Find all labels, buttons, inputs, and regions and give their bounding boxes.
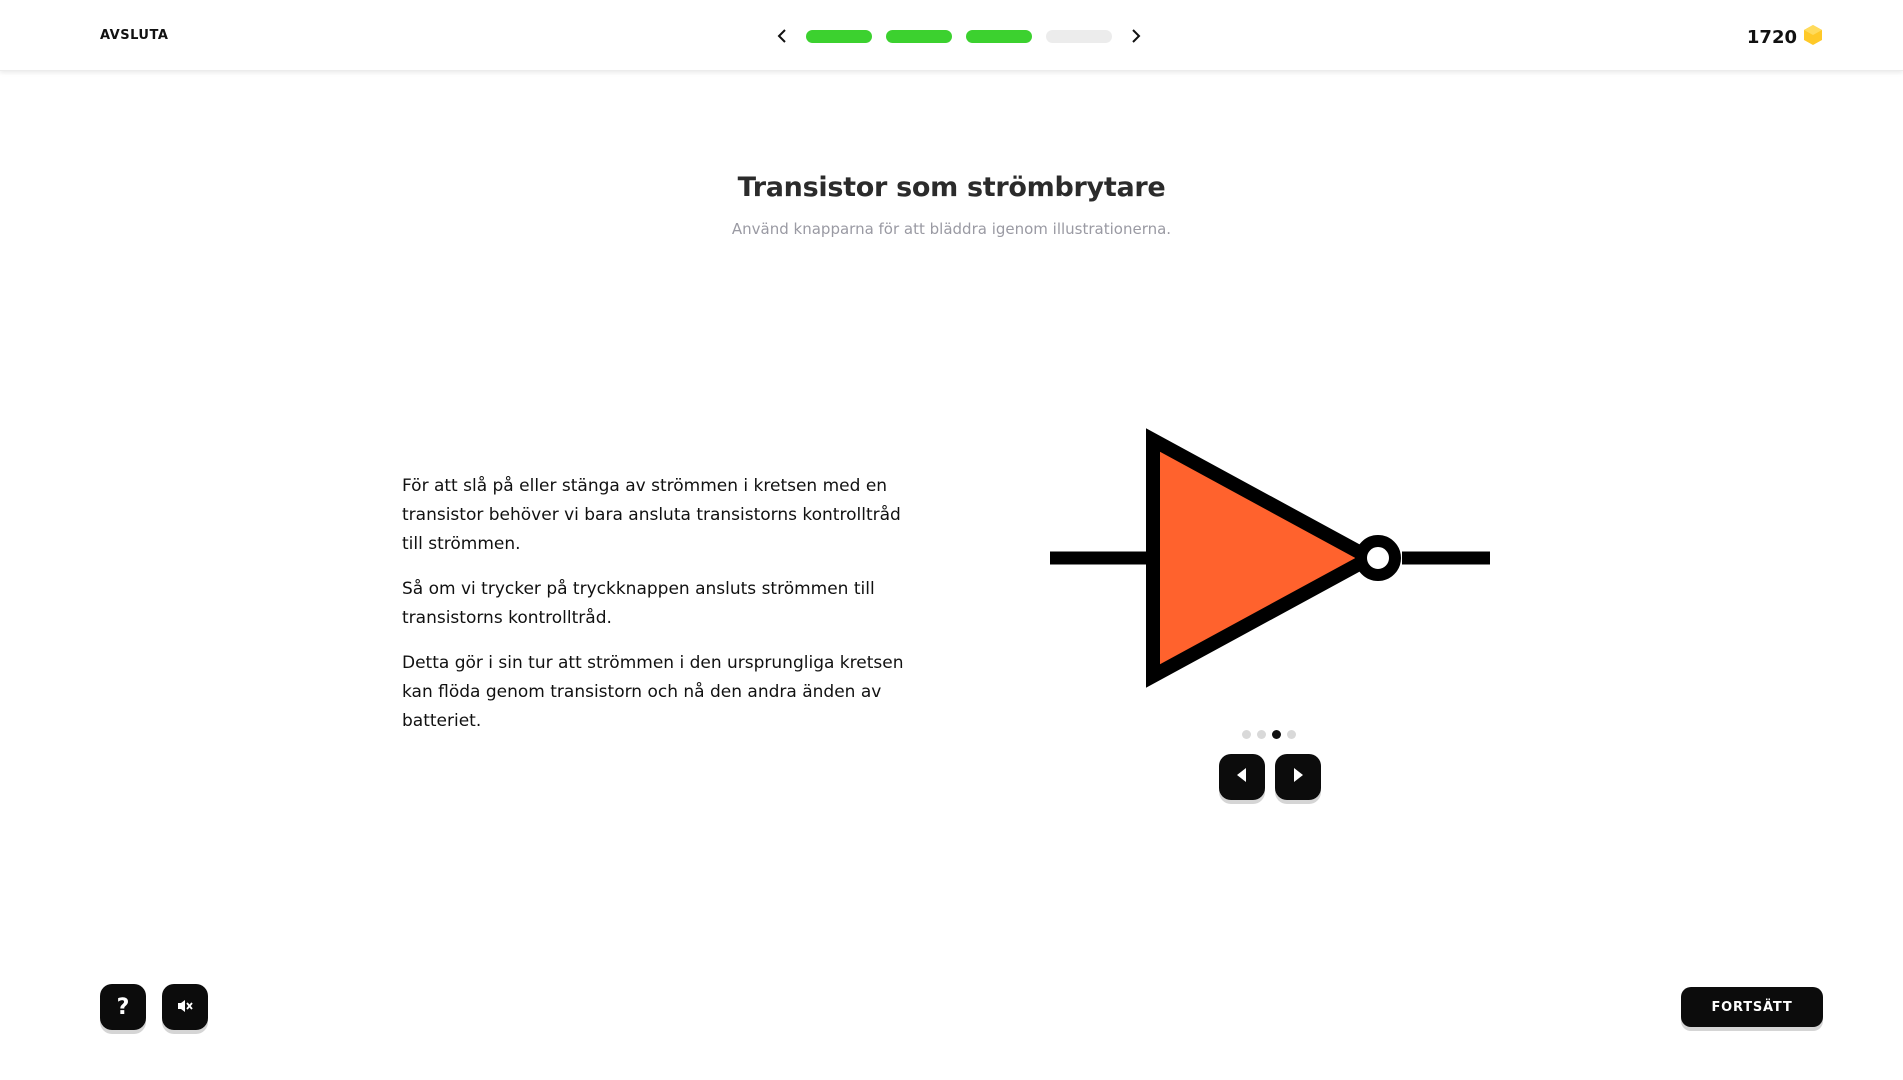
slide-dot-4[interactable]	[1287, 730, 1296, 739]
slide-indicator	[1242, 730, 1296, 739]
slide-dot-3[interactable]	[1272, 730, 1281, 739]
page-title: Transistor som strömbrytare	[737, 172, 1166, 203]
score-value: 1720	[1746, 27, 1797, 48]
explanation-text: För att slå på eller stänga av strömmen …	[402, 472, 912, 752]
triangle-left-icon	[1235, 767, 1249, 787]
paragraph: För att slå på eller stänga av strömmen …	[402, 476, 901, 554]
paragraph: Så om vi trycker på tryckknappen ansluts…	[402, 579, 875, 628]
speaker-muted-icon	[177, 995, 193, 1020]
lesson-progress	[772, 20, 1146, 52]
triangle-right-icon	[1291, 767, 1305, 787]
paragraph: Detta gör i sin tur att strömmen i den u…	[402, 653, 904, 731]
slide-dot-1[interactable]	[1242, 730, 1251, 739]
help-button[interactable]: ?	[100, 984, 146, 1030]
progress-segment-4[interactable]	[1046, 29, 1112, 43]
question-mark-icon: ?	[116, 994, 130, 1020]
page-subtitle: Använd knapparna för att bläddra igenom …	[731, 220, 1172, 238]
slide-navigation	[1219, 754, 1321, 800]
top-bar: AVSLUTA 1720	[0, 0, 1903, 71]
continue-button[interactable]: FORTSÄTT	[1681, 987, 1823, 1027]
slide-dot-2[interactable]	[1257, 730, 1266, 739]
chevron-right-icon[interactable]	[1126, 24, 1146, 48]
quit-button[interactable]: AVSLUTA	[100, 28, 168, 43]
score-display: 1720	[1747, 24, 1823, 51]
previous-slide-button[interactable]	[1219, 754, 1265, 800]
progress-segment-1[interactable]	[806, 29, 872, 43]
coin-icon	[1803, 24, 1823, 51]
chevron-left-icon[interactable]	[772, 24, 792, 48]
progress-segment-3[interactable]	[966, 29, 1032, 43]
not-gate-illustration	[1040, 420, 1500, 704]
progress-segment-2[interactable]	[886, 29, 952, 43]
next-slide-button[interactable]	[1275, 754, 1321, 800]
bottom-toolbar: ?	[100, 984, 208, 1030]
sound-button[interactable]	[162, 984, 208, 1030]
